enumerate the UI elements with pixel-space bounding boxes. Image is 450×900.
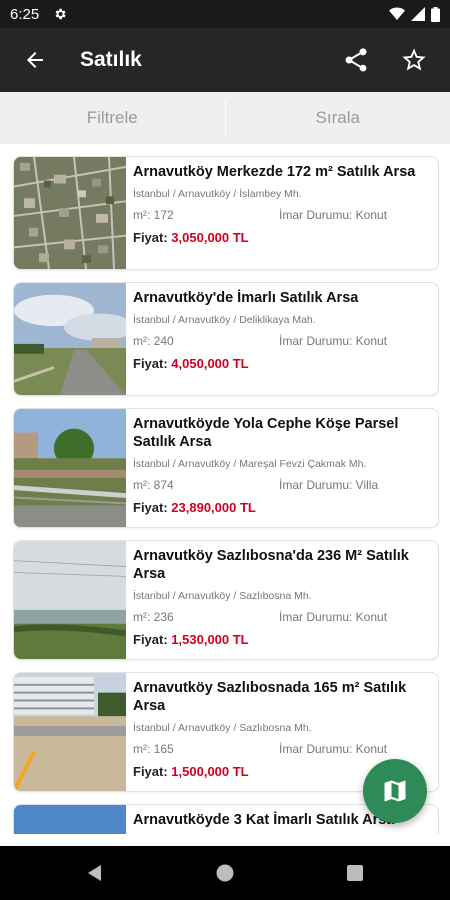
- listing-title: Arnavutköyde Yola Cephe Köşe Parsel Satı…: [133, 416, 399, 450]
- listing-location: İstanbul / Arnavutköy / Deliklikaya Mah.: [133, 314, 316, 326]
- listing-title: Arnavutköy Sazlıbosnada 165 m² Satılık A…: [133, 680, 407, 714]
- listing-area: m²: 165: [133, 742, 174, 756]
- price-label: Fiyat:: [133, 356, 168, 371]
- listing-zoning: İmar Durumu: Villa: [279, 478, 379, 492]
- share-icon[interactable]: [342, 46, 370, 74]
- back-nav-icon[interactable]: [85, 863, 105, 883]
- listing-thumbnail: [14, 409, 126, 527]
- home-nav-icon[interactable]: [215, 863, 235, 883]
- star-icon[interactable]: [400, 46, 428, 74]
- price-label: Fiyat:: [133, 500, 168, 515]
- status-bar: 6:25: [0, 0, 450, 28]
- listing-details: m²: 165 İmar Durumu: Konut: [133, 742, 432, 756]
- listing-area: m²: 172: [133, 208, 174, 222]
- listing-price: Fiyat: 23,890,000 TL: [133, 500, 432, 515]
- price-label: Fiyat:: [133, 230, 168, 245]
- listing-location: İstanbul / Arnavutköy / Sazlıbosna Mh.: [133, 590, 312, 602]
- listing-area: m²: 236: [133, 610, 174, 624]
- listing-thumbnail: [14, 541, 126, 659]
- listing-zoning: İmar Durumu: Konut: [279, 610, 388, 624]
- listing-location: İstanbul / Arnavutköy / Mareşal Fevzi Ça…: [133, 458, 367, 470]
- price-value: 1,500,000 TL: [171, 764, 249, 779]
- status-time: 6:25: [10, 5, 40, 23]
- listing-info: Arnavutköy'de İmarlı Satılık Arsa İstanb…: [133, 289, 432, 371]
- listing-title: Arnavutköy Merkezde 172 m² Satılık Arsa: [133, 164, 416, 180]
- battery-icon: [431, 6, 440, 22]
- tab-filter[interactable]: Filtrele: [0, 92, 225, 144]
- price-value: 4,050,000 TL: [171, 356, 249, 371]
- filter-sort-tabs: Filtrele Sırala: [0, 92, 450, 144]
- listing-price: Fiyat: 4,050,000 TL: [133, 356, 432, 371]
- page-title: Satılık: [80, 48, 142, 71]
- list-item[interactable]: Arnavutköy Sazlıbosna'da 236 M² Satılık …: [13, 540, 439, 660]
- listing-location: İstanbul / Arnavutköy / İslambey Mh.: [133, 188, 302, 200]
- map-icon: [384, 780, 406, 802]
- listing-title: Arnavutköy Sazlıbosna'da 236 M² Satılık …: [133, 548, 409, 582]
- wifi-icon: [389, 7, 405, 20]
- listing-details: m²: 240 İmar Durumu: Konut: [133, 334, 432, 348]
- app-toolbar: Satılık: [0, 28, 450, 92]
- listing-info: Arnavutköy Sazlıbosna'da 236 M² Satılık …: [133, 547, 432, 647]
- signal-icon: [411, 7, 425, 21]
- price-value: 3,050,000 TL: [171, 230, 249, 245]
- listing-title: Arnavutköy'de İmarlı Satılık Arsa: [133, 290, 359, 306]
- listing-area: m²: 240: [133, 334, 174, 348]
- list-item[interactable]: Arnavutköy'de İmarlı Satılık Arsa İstanb…: [13, 282, 439, 396]
- listing-price: Fiyat: 3,050,000 TL: [133, 230, 432, 245]
- listing-list[interactable]: Arnavutköy Merkezde 172 m² Satılık Arsa …: [0, 144, 450, 834]
- listing-thumbnail: [14, 157, 126, 269]
- list-item[interactable]: Arnavutköyde Yola Cephe Köşe Parsel Satı…: [13, 408, 439, 528]
- price-label: Fiyat:: [133, 632, 168, 647]
- back-arrow-icon[interactable]: [22, 48, 48, 72]
- listing-thumbnail: [14, 283, 126, 395]
- list-item[interactable]: Arnavutköy Merkezde 172 m² Satılık Arsa …: [13, 156, 439, 270]
- listing-thumbnail: [14, 673, 126, 791]
- listing-info: Arnavutköyde Yola Cephe Köşe Parsel Satı…: [133, 415, 432, 515]
- tab-sort[interactable]: Sırala: [226, 92, 450, 144]
- listing-zoning: İmar Durumu: Konut: [279, 208, 388, 222]
- listing-price: Fiyat: 1,530,000 TL: [133, 632, 432, 647]
- listing-area: m²: 874: [133, 478, 174, 492]
- listing-zoning: İmar Durumu: Konut: [279, 742, 388, 756]
- listing-details: m²: 172 İmar Durumu: Konut: [133, 208, 432, 222]
- price-label: Fiyat:: [133, 764, 168, 779]
- recents-nav-icon[interactable]: [345, 863, 365, 883]
- listing-zoning: İmar Durumu: Konut: [279, 334, 388, 348]
- gear-icon: [55, 8, 66, 20]
- listing-thumbnail: [14, 805, 126, 834]
- listing-details: m²: 236 İmar Durumu: Konut: [133, 610, 432, 624]
- listing-location: İstanbul / Arnavutköy / Sazlıbosna Mh.: [133, 722, 312, 734]
- system-nav-bar: [0, 846, 450, 900]
- map-view-button[interactable]: [363, 759, 427, 823]
- listing-info: Arnavutköy Merkezde 172 m² Satılık Arsa …: [133, 163, 432, 245]
- listing-details: m²: 874 İmar Durumu: Villa: [133, 478, 432, 492]
- price-value: 1,530,000 TL: [171, 632, 249, 647]
- price-value: 23,890,000 TL: [171, 500, 256, 515]
